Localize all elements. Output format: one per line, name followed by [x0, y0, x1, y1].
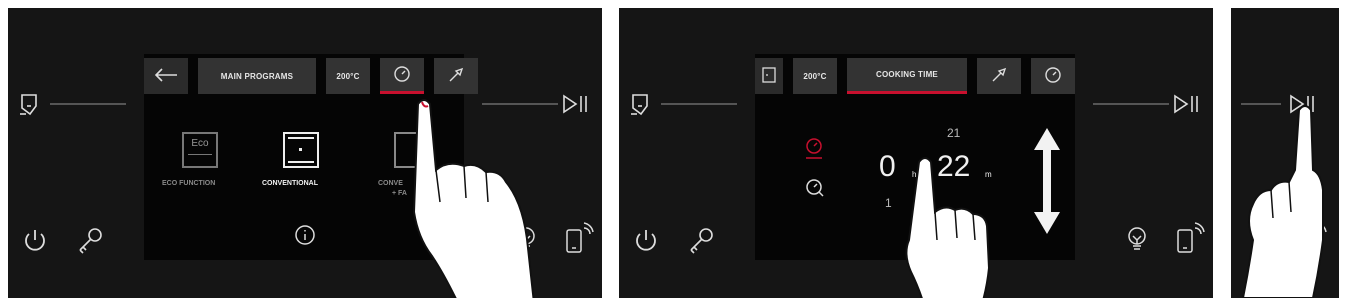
oven-panel-start — [1231, 8, 1339, 298]
tab-main-programs[interactable]: MAIN PROGRAMS — [198, 58, 316, 94]
lamp-icon[interactable] — [515, 226, 537, 254]
convection-icon — [394, 132, 430, 168]
tab-bar: MAIN PROGRAMS 200°C — [144, 54, 478, 100]
duration-icon[interactable] — [803, 136, 825, 160]
tab-bar: 200°C COOKING TIME — [755, 54, 1075, 100]
phone-wifi-icon[interactable] — [1297, 220, 1327, 254]
touch-screen: MAIN PROGRAMS 200°C Eco ECO FUNCTION CON… — [144, 54, 478, 260]
tab-temperature-label: 200°C — [336, 71, 360, 81]
right-rail — [1093, 103, 1169, 105]
scroll-arrows-icon[interactable] — [1033, 128, 1061, 234]
program-eco-function[interactable]: Eco ECO FUNCTION — [158, 122, 238, 202]
phone-wifi-icon[interactable] — [1175, 220, 1205, 254]
lamp-icon[interactable] — [1126, 226, 1148, 254]
tab-cooking-time-label: COOKING TIME — [876, 70, 938, 79]
probe-icon — [447, 66, 465, 86]
right-rail — [482, 103, 558, 105]
oven-door-icon[interactable] — [18, 92, 42, 118]
tab-temperature[interactable]: 200°C — [793, 58, 837, 94]
right-rail — [1241, 103, 1281, 105]
program-label: CONVE — [378, 180, 403, 187]
oven-icon — [762, 67, 776, 85]
info-icon[interactable] — [294, 224, 316, 246]
tab-timer[interactable] — [380, 58, 424, 94]
tab-temperature-label: 200°C — [803, 71, 827, 81]
program-label: CONVENTIONAL — [262, 180, 318, 187]
program-label-2: + FA — [392, 190, 407, 197]
minutes-unit: m — [985, 170, 992, 179]
tab-oven[interactable] — [755, 58, 783, 94]
key-icon[interactable] — [686, 226, 716, 254]
tab-cooking-time[interactable]: COOKING TIME — [847, 58, 967, 94]
program-convection-fan[interactable]: CONVE + FA — [364, 122, 454, 202]
left-rail — [661, 103, 737, 105]
hours-unit: h — [912, 170, 917, 179]
tab-main-programs-label: MAIN PROGRAMS — [220, 71, 294, 81]
timer-icon — [1044, 66, 1062, 86]
phone-wifi-icon[interactable] — [564, 220, 594, 254]
end-time-icon[interactable] — [803, 176, 825, 198]
left-rail — [50, 103, 126, 105]
probe-icon — [990, 66, 1008, 86]
play-pause-icon[interactable] — [1289, 94, 1317, 114]
hours-value[interactable]: 0 — [879, 150, 896, 184]
tab-probe[interactable] — [434, 58, 478, 94]
timer-icon — [393, 65, 411, 85]
back-arrow-icon — [153, 67, 179, 85]
key-icon[interactable] — [75, 226, 105, 254]
conventional-icon — [283, 132, 319, 168]
oven-panel-cooking-time: 200°C COOKING TIME 21 0 h 22 m 1 — [619, 8, 1213, 298]
tab-temperature[interactable]: 200°C — [326, 58, 370, 94]
eco-icon: Eco — [182, 132, 218, 168]
touch-screen: 200°C COOKING TIME 21 0 h 22 m 1 — [755, 54, 1075, 260]
play-pause-icon[interactable] — [1173, 94, 1201, 114]
play-pause-icon[interactable] — [562, 94, 590, 114]
hours-below: 1 — [885, 196, 892, 210]
oven-panel-main-programs: MAIN PROGRAMS 200°C Eco ECO FUNCTION CON… — [8, 8, 602, 298]
tab-probe[interactable] — [977, 58, 1021, 94]
power-icon[interactable] — [632, 226, 660, 254]
minutes-above: 21 — [947, 126, 961, 140]
tab-timer[interactable] — [1031, 58, 1075, 94]
minutes-value[interactable]: 22 — [937, 150, 970, 184]
program-conventional[interactable]: CONVENTIONAL — [256, 122, 346, 202]
oven-door-icon[interactable] — [629, 92, 653, 118]
back-button[interactable] — [144, 58, 188, 94]
pointing-hand-illustration — [1241, 105, 1324, 298]
program-label: ECO FUNCTION — [162, 180, 216, 187]
power-icon[interactable] — [21, 226, 49, 254]
